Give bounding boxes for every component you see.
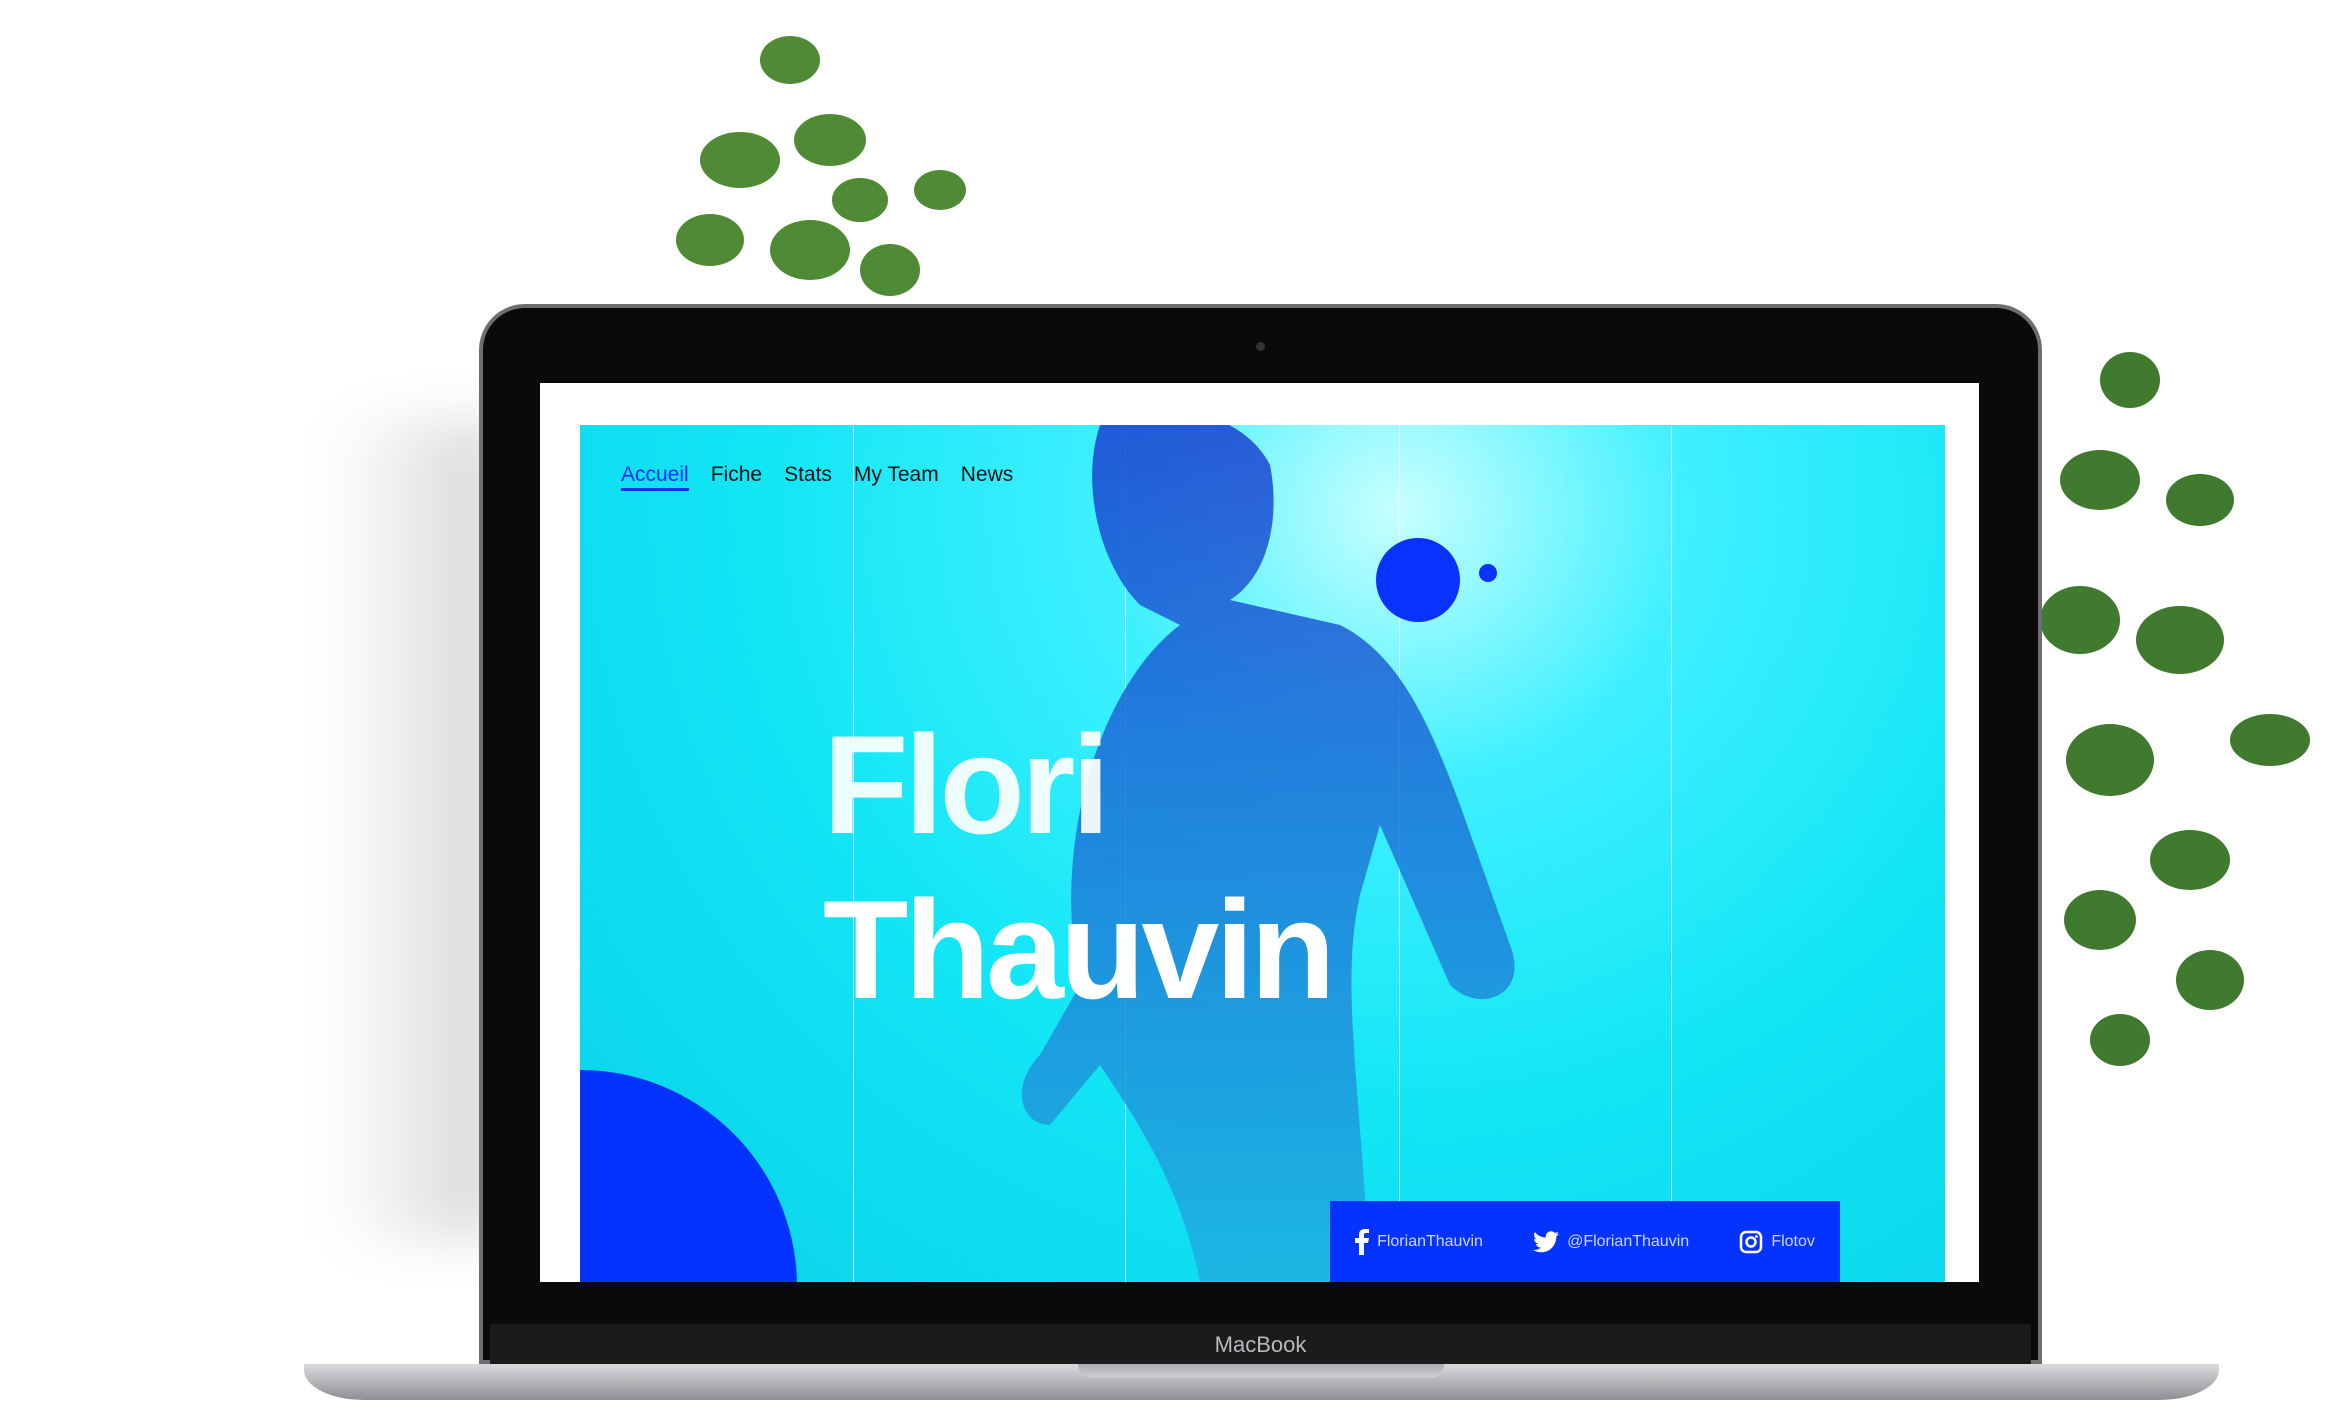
nav-accueil[interactable]: Accueil: [621, 463, 689, 491]
player-photo: [580, 425, 1515, 1282]
decor-quarter-circle: [580, 1070, 797, 1282]
nav-my-team[interactable]: My Team: [854, 463, 939, 491]
social-twitter[interactable]: @FlorianThauvin: [1533, 1230, 1689, 1253]
hero-first-name: Flori: [823, 706, 1110, 863]
social-facebook[interactable]: FlorianThauvin: [1355, 1228, 1483, 1255]
instagram-icon: [1740, 1230, 1763, 1253]
camera-icon: [1256, 342, 1265, 351]
social-instagram[interactable]: Flotov: [1739, 1230, 1815, 1254]
social-bar: FlorianThauvin @FlorianThauvin Flotov: [1330, 1201, 1840, 1282]
hero-last-name: Thauvin: [823, 871, 1336, 1028]
plant-right-decoration: [2040, 352, 2310, 1066]
main-nav: Accueil Fiche Stats My Team News: [621, 463, 1013, 491]
plant-top-decoration: [676, 36, 966, 296]
facebook-icon: [1355, 1228, 1370, 1255]
decor-circle: [1376, 538, 1460, 622]
nav-news[interactable]: News: [961, 463, 1014, 491]
laptop-shadow: [330, 420, 500, 1240]
laptop-screen: Accueil Fiche Stats My Team News Flori T…: [540, 383, 1979, 1282]
website-page: Accueil Fiche Stats My Team News Flori T…: [580, 425, 1945, 1282]
twitter-icon: [1533, 1230, 1560, 1252]
decor-dot: [1479, 564, 1497, 582]
laptop-notch: [1078, 1364, 1444, 1378]
device-brand-label: MacBook: [1214, 1332, 1307, 1357]
nav-stats[interactable]: Stats: [784, 463, 832, 491]
nav-fiche[interactable]: Fiche: [711, 463, 762, 491]
